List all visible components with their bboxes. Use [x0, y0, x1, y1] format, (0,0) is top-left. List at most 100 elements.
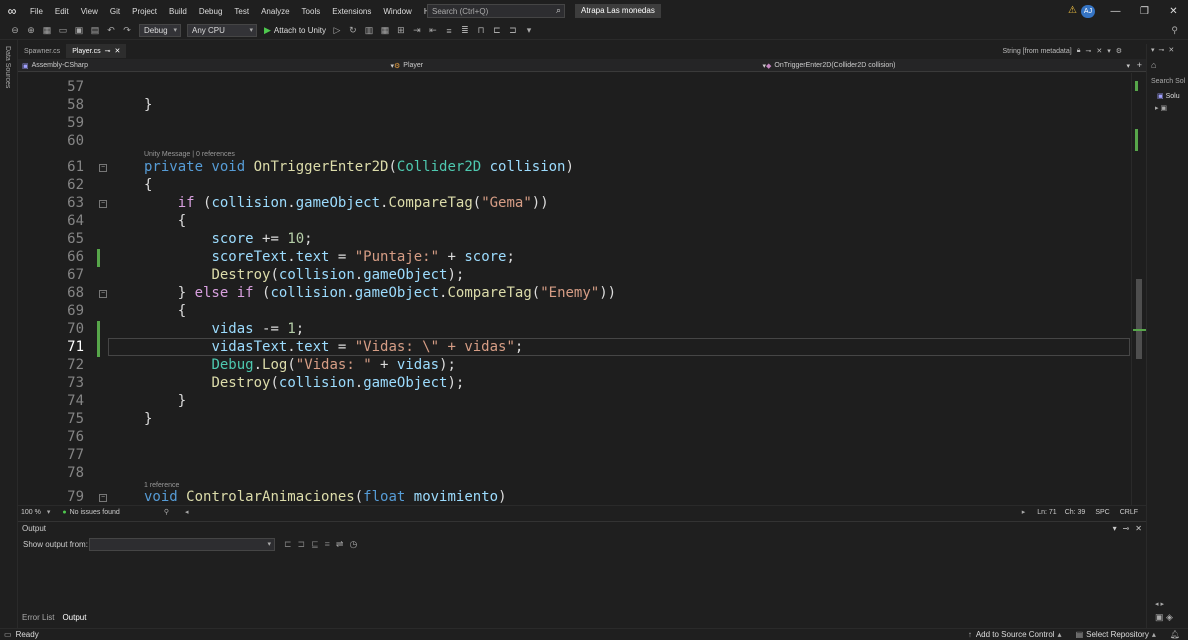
warning-icon[interactable]: ⚠ [1068, 5, 1077, 16]
back-icon[interactable]: ⊖ [8, 25, 22, 36]
uncomment-icon[interactable]: ≣ [458, 25, 472, 36]
prev-bookmark-icon[interactable]: ⊏ [490, 25, 504, 36]
layout-icon[interactable]: ▦ [378, 25, 392, 36]
chevron-down-icon[interactable]: ▾ [1113, 524, 1117, 533]
chevron-down-icon[interactable]: ▾ [1151, 46, 1155, 54]
chevron-down-icon[interactable]: ▾ [1107, 47, 1111, 55]
indent-icon[interactable]: ⇥ [410, 25, 424, 36]
class-dropdown[interactable]: ⚙ Player ▾ [394, 60, 766, 71]
codelens-references[interactable]: Unity Message | 0 references [144, 151, 235, 158]
more-icon[interactable]: ▾ [522, 25, 536, 36]
gear-icon[interactable]: ⚙ [1116, 47, 1122, 55]
brush-icon[interactable]: ⚲ [164, 508, 169, 516]
editor-scrollbar[interactable] [1131, 73, 1146, 505]
whitespace-indicator[interactable]: SPC [1095, 509, 1109, 516]
tab-error-list[interactable]: Error List [18, 613, 58, 622]
tab-spawner[interactable]: Spawner.cs [18, 44, 66, 58]
refresh-icon[interactable]: ↻ [346, 25, 360, 36]
menu-debug[interactable]: Debug [193, 7, 229, 16]
scroll-right-icon[interactable]: ▸ [1022, 508, 1026, 516]
configuration-select[interactable]: Debug ▾ [139, 24, 181, 37]
close-icon[interactable]: ✕ [1168, 46, 1174, 54]
close-icon[interactable]: ✕ [1159, 6, 1188, 17]
search-input[interactable]: Search (Ctrl+Q) ⌕ [427, 4, 565, 18]
menu-view[interactable]: View [75, 7, 104, 16]
menu-git[interactable]: Git [104, 7, 126, 16]
menu-extensions[interactable]: Extensions [326, 7, 377, 16]
menu-analyze[interactable]: Analyze [255, 7, 295, 16]
menu-build[interactable]: Build [163, 7, 193, 16]
menu-test[interactable]: Test [228, 7, 255, 16]
codelens-references[interactable]: 1 reference [144, 482, 179, 489]
chevron-down-icon[interactable]: ▾ [47, 508, 51, 516]
close-tab-icon[interactable]: ✕ [114, 47, 120, 55]
find-message-icon[interactable]: ⊏ [284, 539, 292, 550]
pin-icon[interactable]: ⊸ [1123, 524, 1130, 533]
outdent-icon[interactable]: ⇤ [426, 25, 440, 36]
fold-toggle-icon[interactable]: − [99, 164, 107, 172]
live-share-icon[interactable]: ⚲ [1171, 25, 1178, 36]
add-to-source-control-button[interactable]: Add to Source Control [976, 630, 1055, 639]
menu-file[interactable]: File [24, 7, 49, 16]
save-all-icon[interactable]: ▤ [88, 25, 102, 36]
notifications-icon[interactable]: 🔔︎ [1170, 630, 1180, 639]
pin-icon[interactable]: ⊸ [1085, 47, 1091, 55]
home-icon[interactable]: ⌂ [1151, 60, 1156, 70]
redo-icon[interactable]: ↷ [120, 25, 134, 36]
comment-icon[interactable]: ≡ [442, 26, 456, 36]
code-map-icon[interactable]: ⊞ [394, 25, 408, 36]
attach-to-unity-button[interactable]: ▶ Attach to Unity [264, 25, 326, 36]
menu-tools[interactable]: Tools [296, 7, 327, 16]
visual-studio-logo-icon[interactable]: ∞ [0, 4, 24, 18]
column-indicator[interactable]: Ch: 39 [1065, 509, 1086, 516]
pin-icon[interactable]: ⊸ [105, 47, 111, 55]
fold-toggle-icon[interactable]: − [99, 290, 107, 298]
menu-project[interactable]: Project [126, 7, 163, 16]
forward-icon[interactable]: ⊕ [24, 25, 38, 36]
line-indicator[interactable]: Ln: 71 [1037, 509, 1056, 516]
scroll-arrows-icon[interactable]: ◂ ▸ [1155, 600, 1164, 608]
menu-window[interactable]: Window [377, 7, 417, 16]
member-dropdown[interactable]: ◆ OnTriggerEnter2D(Collider2D collision)… [766, 60, 1130, 71]
scrollbar-thumb[interactable] [1136, 279, 1142, 359]
clock-icon[interactable]: ◷ [349, 539, 357, 550]
data-sources-tab[interactable]: Data Sources [4, 46, 11, 88]
issues-status[interactable]: No issues found [70, 509, 120, 516]
open-icon[interactable]: ▭ [56, 25, 70, 36]
start-without-debug-icon[interactable]: ▷ [330, 25, 344, 36]
code-editor[interactable]: 57 58 59 60 61 62 63 64 65 66 67 68 69 7… [18, 73, 1135, 505]
tab-string-metadata[interactable]: String [from metadata] 🔒︎ ⊸ ✕ ▾ ⚙ [1002, 44, 1122, 58]
close-tab-icon[interactable]: ✕ [1096, 47, 1102, 55]
solution-search-input[interactable]: Search Sol [1151, 78, 1185, 85]
line-ending-indicator[interactable]: CRLF [1120, 509, 1138, 516]
properties-icon[interactable]: ▣ ◈ [1155, 612, 1173, 623]
tab-player[interactable]: Player.cs ⊸ ✕ [66, 44, 127, 58]
pin-icon[interactable]: ⊸ [1159, 46, 1165, 54]
restore-icon[interactable]: ❐ [1130, 6, 1159, 17]
tab-output[interactable]: Output [58, 613, 90, 622]
prev-message-icon[interactable]: ⊐ [298, 539, 306, 550]
project-dropdown[interactable]: ▣ Assembly-CSharp ▾ [22, 60, 394, 71]
menu-edit[interactable]: Edit [49, 7, 75, 16]
close-icon[interactable]: ✕ [1135, 524, 1142, 533]
folder-icon[interactable]: ▥ [362, 25, 376, 36]
avatar[interactable]: AJ [1081, 5, 1095, 18]
next-message-icon[interactable]: ⊑ [311, 539, 319, 550]
output-source-select[interactable]: ▾ [89, 538, 275, 551]
bookmark-icon[interactable]: ⊓ [474, 25, 488, 36]
fold-toggle-icon[interactable]: − [99, 200, 107, 208]
minimize-icon[interactable]: — [1101, 6, 1130, 17]
save-icon[interactable]: ▣ [72, 25, 86, 36]
new-project-icon[interactable]: ▦ [40, 25, 54, 36]
fold-toggle-icon[interactable]: − [99, 494, 107, 502]
clear-all-icon[interactable]: ≡ [325, 539, 330, 550]
scroll-left-icon[interactable]: ◂ [185, 508, 189, 516]
word-wrap-icon[interactable]: ⇌ [336, 539, 344, 550]
undo-icon[interactable]: ↶ [104, 25, 118, 36]
solution-node[interactable]: ▣ Solu [1157, 92, 1180, 100]
project-node[interactable]: ▸ ▣ [1155, 104, 1167, 112]
zoom-level[interactable]: 100 % [21, 509, 41, 516]
next-bookmark-icon[interactable]: ⊐ [506, 25, 520, 36]
select-repository-button[interactable]: Select Repository [1086, 630, 1149, 639]
split-editor-icon[interactable]: + [1137, 60, 1142, 70]
